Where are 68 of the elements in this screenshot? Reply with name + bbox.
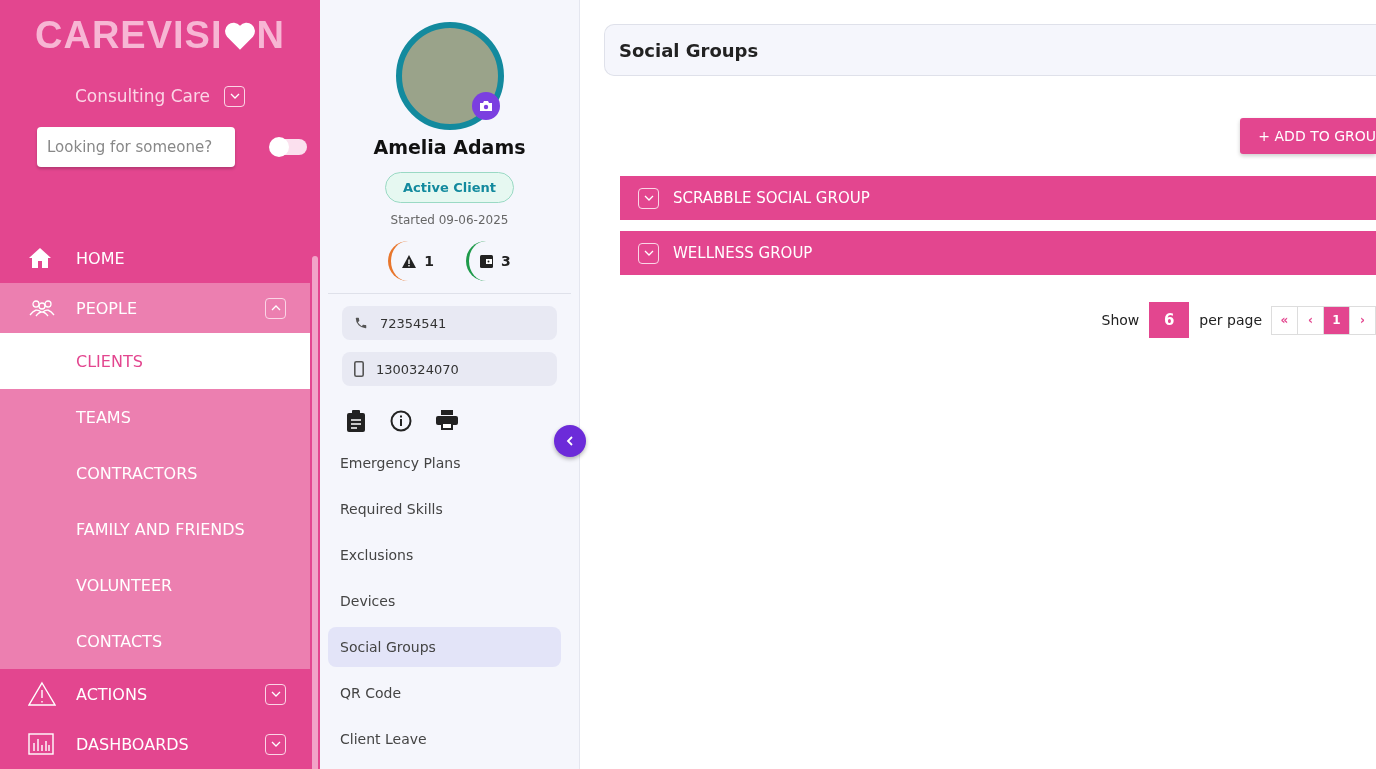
client-menu-item[interactable]: Exclusions	[328, 535, 561, 575]
mobile-phone-icon	[354, 361, 364, 377]
status-badge: Active Client	[385, 172, 514, 203]
page-button[interactable]: ›	[1349, 305, 1376, 335]
warning-icon	[402, 254, 417, 268]
home-icon	[28, 247, 52, 269]
nav-subitem[interactable]: CONTACTS	[0, 613, 310, 669]
warning-icon	[28, 681, 56, 707]
contact-number: 72354541	[380, 315, 447, 331]
camera-icon	[478, 100, 493, 112]
toggle-switch[interactable]	[271, 139, 307, 155]
people-icon	[28, 299, 56, 317]
nav-subitem[interactable]: CLIENTS	[0, 333, 310, 389]
client-menu-item[interactable]: Client Leave	[328, 719, 561, 759]
page-button[interactable]: ‹	[1297, 305, 1324, 335]
client-menu-item[interactable]: Emergency Plans	[328, 443, 561, 483]
logo: CAREVISI N	[34, 13, 286, 58]
group-accordion[interactable]: WELLNESS GROUP	[620, 231, 1376, 275]
nav-subitem[interactable]: CONTRACTORS	[0, 445, 310, 501]
page-title: Social Groups	[604, 24, 1376, 76]
counter-badge[interactable]: 3	[466, 241, 511, 281]
bar-chart-icon	[28, 733, 54, 755]
heart-icon	[222, 20, 257, 51]
dropdown-chevron-icon[interactable]	[224, 85, 246, 107]
add-to-group-button[interactable]: + ADD TO GROU	[1240, 118, 1376, 154]
chevron-icon	[638, 187, 659, 209]
page-button[interactable]: 1	[1323, 305, 1350, 335]
client-menu-item[interactable]: Social Groups	[328, 627, 561, 667]
chevron-icon[interactable]	[265, 297, 286, 319]
counter-badge[interactable]: 1	[388, 241, 434, 281]
info-icon[interactable]	[390, 410, 412, 432]
group-accordion[interactable]: SCRABBLE SOCIAL GROUP	[620, 176, 1376, 220]
nav-subitem[interactable]: TEAMS	[0, 389, 310, 445]
chevron-icon[interactable]	[265, 733, 286, 755]
chevron-icon	[638, 242, 659, 264]
group-name: WELLNESS GROUP	[673, 244, 813, 262]
nav-label: PEOPLE	[76, 298, 139, 318]
page-button[interactable]: «	[1271, 305, 1298, 335]
contact-number: 1300324070	[376, 361, 459, 377]
clipboard-icon[interactable]	[346, 410, 366, 432]
nav-item[interactable]: PEOPLE	[0, 283, 310, 333]
collapse-button[interactable]	[554, 425, 586, 457]
nav-subitem[interactable]: FAMILY AND FRIENDS	[0, 501, 310, 557]
group-name: SCRABBLE SOCIAL GROUP	[673, 189, 870, 207]
nav-item[interactable]: ACTIONS	[0, 669, 310, 719]
page-size-field[interactable]: 6	[1149, 302, 1190, 338]
camera-button[interactable]	[471, 92, 500, 120]
nav-label: HOME	[76, 248, 126, 268]
scrollbar[interactable]	[312, 256, 318, 769]
nav-item[interactable]: HOME	[0, 233, 310, 283]
nav-subitem[interactable]: VOLUNTEER	[0, 557, 310, 613]
client-menu-item[interactable]: QR Code	[328, 673, 561, 713]
pager-label: per page	[1199, 312, 1262, 328]
organisation-name: Consulting Care	[74, 86, 211, 107]
pager-label: Show	[1101, 312, 1140, 328]
client-name: Amelia Adams	[372, 136, 527, 158]
nav-label: ACTIONS	[76, 684, 149, 704]
phone-icon	[354, 316, 368, 330]
printer-icon[interactable]	[436, 410, 458, 430]
chevron-left-icon	[566, 436, 574, 446]
search-field[interactable]: Looking for someone?	[37, 127, 235, 167]
client-menu-item[interactable]: Required Skills	[328, 489, 561, 529]
wallet-icon	[480, 254, 493, 268]
nav-label: DASHBOARDS	[76, 734, 190, 754]
nav-item[interactable]: DASHBOARDS	[0, 719, 310, 769]
chevron-icon[interactable]	[265, 683, 286, 705]
client-menu-item[interactable]: Devices	[328, 581, 561, 621]
start-date: Started 09-06-2025	[389, 213, 510, 227]
